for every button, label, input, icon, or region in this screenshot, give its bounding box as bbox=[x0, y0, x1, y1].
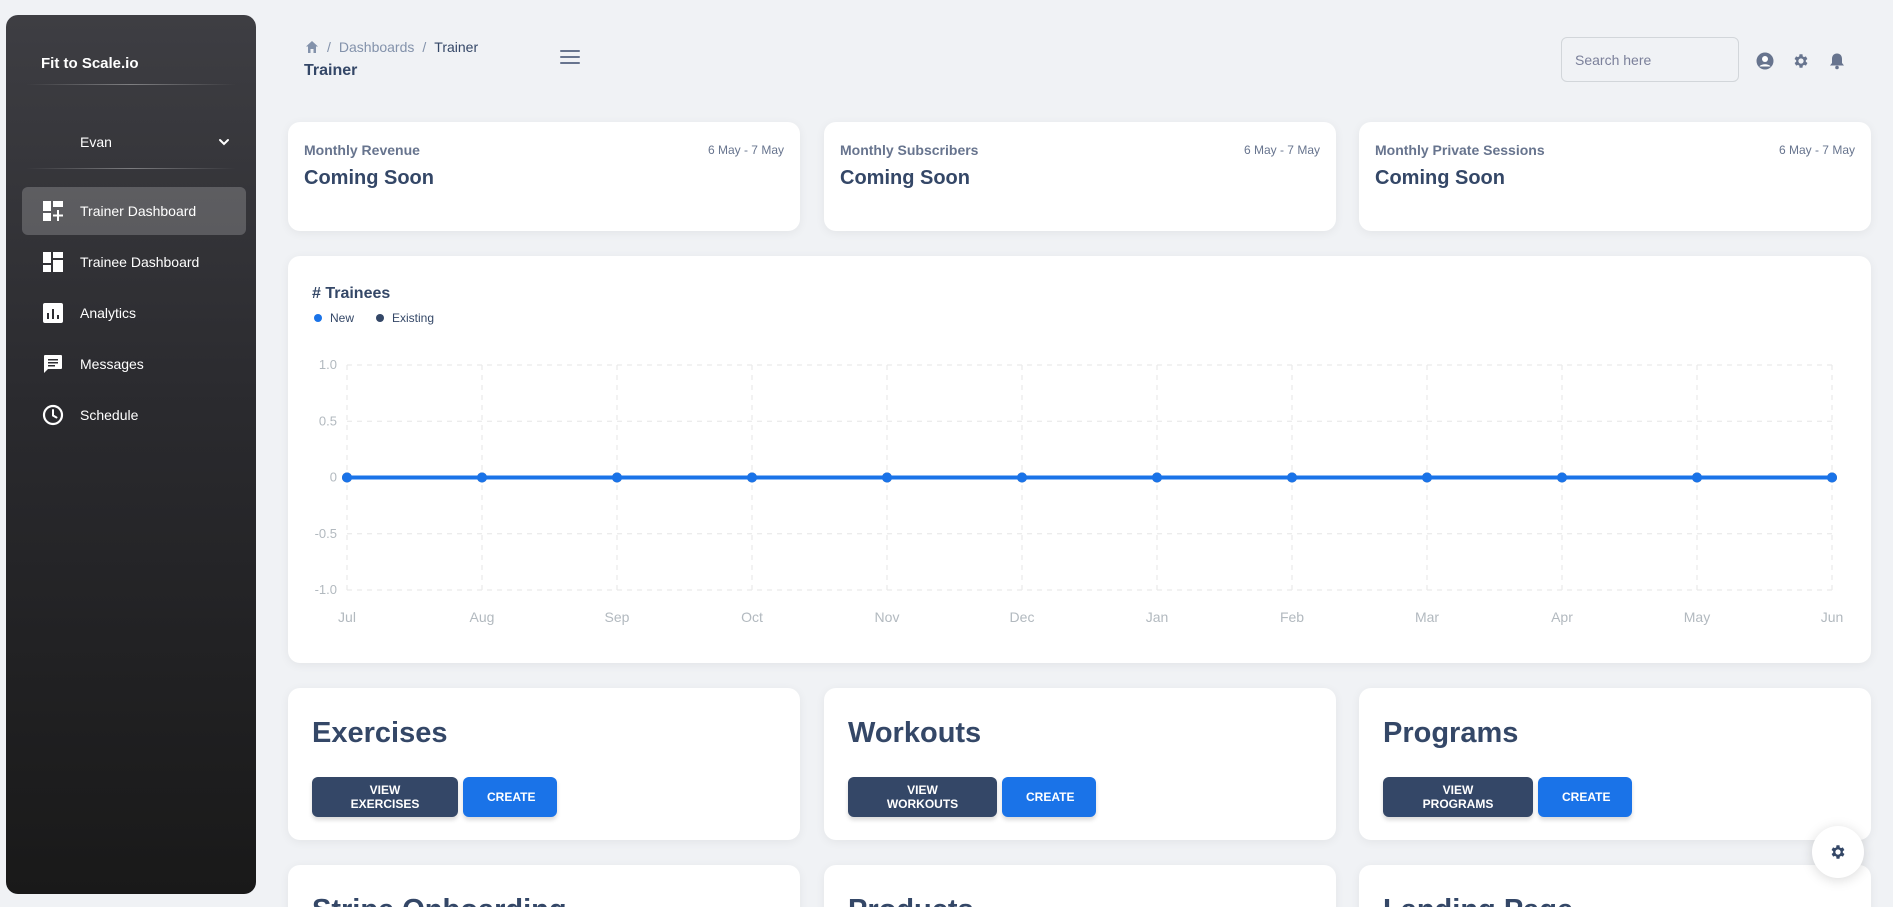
stat-label: Monthly Private Sessions bbox=[1375, 142, 1545, 158]
stat-value: Coming Soon bbox=[304, 167, 434, 189]
x-tick-label: Jan bbox=[1146, 609, 1169, 625]
data-point-new bbox=[1557, 472, 1567, 483]
stat-label: Monthly Subscribers bbox=[840, 142, 979, 158]
breadcrumb-dashboards[interactable]: Dashboards bbox=[339, 39, 415, 55]
y-tick-label: -1.0 bbox=[315, 582, 337, 597]
breadcrumb-separator: / bbox=[327, 39, 331, 55]
sidebar-item-trainee-dashboard[interactable]: Trainee Dashboard bbox=[22, 238, 246, 286]
view-workouts-button[interactable]: VIEW WORKOUTS bbox=[848, 777, 997, 817]
page-title: Trainer bbox=[304, 62, 358, 79]
view-programs-button[interactable]: VIEW PROGRAMS bbox=[1383, 777, 1533, 817]
create-program-button[interactable]: CREATE bbox=[1538, 777, 1632, 817]
landing-page-card: Landing Page bbox=[1359, 865, 1871, 907]
sidebar-item-trainer-dashboard[interactable]: Trainer Dashboard bbox=[22, 187, 246, 235]
stat-date: 6 May - 7 May bbox=[1243, 143, 1320, 157]
stat-value: Coming Soon bbox=[1375, 167, 1505, 189]
x-tick-label: Apr bbox=[1551, 609, 1573, 625]
sidebar-item-label: Messages bbox=[80, 356, 144, 372]
create-exercise-button[interactable]: CREATE bbox=[463, 777, 557, 817]
sidebar-item-label: Trainee Dashboard bbox=[80, 254, 200, 270]
data-point-new bbox=[342, 472, 352, 483]
breadcrumb-separator: / bbox=[422, 39, 427, 55]
data-point-new bbox=[1152, 472, 1162, 483]
chat-icon bbox=[42, 353, 64, 375]
view-exercises-button[interactable]: VIEW EXERCISES bbox=[312, 777, 458, 817]
account-circle-icon[interactable] bbox=[1756, 52, 1774, 70]
exercises-card: Exercises VIEW EXERCISES CREATE bbox=[288, 688, 800, 840]
dashboard-add-icon bbox=[42, 200, 64, 222]
data-point-new bbox=[1422, 472, 1432, 483]
data-point-new bbox=[1287, 472, 1297, 483]
sidebar: Fit to Scale.io Evan Trainer Dashboard T… bbox=[6, 15, 256, 894]
create-workout-button[interactable]: CREATE bbox=[1002, 777, 1096, 817]
workouts-card: Workouts VIEW WORKOUTS CREATE bbox=[824, 688, 1336, 840]
sidebar-item-schedule[interactable]: Schedule bbox=[22, 391, 246, 439]
y-tick-label: 1.0 bbox=[319, 357, 337, 372]
card-title: Stripe Onboarding bbox=[312, 894, 567, 907]
sidebar-item-messages[interactable]: Messages bbox=[22, 340, 246, 388]
data-point-new bbox=[1017, 472, 1027, 483]
stat-card-private-sessions: Monthly Private Sessions 6 May - 7 May C… bbox=[1359, 122, 1871, 231]
card-title: Programs bbox=[1383, 717, 1519, 749]
hamburger-menu-icon[interactable] bbox=[560, 50, 580, 64]
data-point-new bbox=[882, 472, 892, 483]
card-title: Products bbox=[848, 894, 974, 907]
y-tick-label: 0 bbox=[330, 470, 337, 485]
x-tick-label: Dec bbox=[1010, 609, 1035, 625]
sidebar-nav: Trainer Dashboard Trainee Dashboard Anal… bbox=[22, 187, 246, 442]
stat-date: 6 May - 7 May bbox=[1778, 143, 1855, 157]
sidebar-item-label: Analytics bbox=[80, 305, 137, 321]
dashboard-icon bbox=[42, 251, 64, 273]
gear-icon bbox=[1831, 845, 1845, 859]
x-tick-label: Sep bbox=[605, 609, 630, 625]
sidebar-item-label: Trainer Dashboard bbox=[80, 203, 197, 219]
x-tick-label: May bbox=[1684, 609, 1710, 625]
sidebar-item-analytics[interactable]: Analytics bbox=[22, 289, 246, 337]
user-menu[interactable]: Evan bbox=[80, 131, 230, 153]
stat-card-revenue: Monthly Revenue 6 May - 7 May Coming Soo… bbox=[288, 122, 800, 231]
breadcrumb-current: Trainer bbox=[434, 39, 479, 55]
data-point-new bbox=[1692, 472, 1702, 483]
y-tick-label: -0.5 bbox=[315, 526, 337, 541]
x-tick-label: Aug bbox=[470, 609, 495, 625]
data-point-new bbox=[612, 472, 622, 483]
x-tick-label: Jun bbox=[1821, 609, 1844, 625]
trainees-line-chart: 1.0 0.5 0 -0.5 -1.0Jul Aug Sep Oct Nov Dec Jan Feb M… bbox=[315, 357, 1844, 625]
sidebar-divider bbox=[26, 168, 236, 169]
user-name: Evan bbox=[80, 134, 112, 150]
data-point-new bbox=[1827, 472, 1837, 483]
x-tick-label: Mar bbox=[1415, 609, 1439, 625]
x-tick-label: Nov bbox=[875, 609, 900, 625]
settings-fab[interactable] bbox=[1812, 826, 1864, 878]
clock-icon bbox=[42, 404, 64, 426]
brand-logo-text[interactable]: Fit to Scale.io bbox=[41, 55, 139, 72]
chevron-down-icon bbox=[219, 139, 229, 146]
data-point-new bbox=[477, 472, 487, 483]
x-tick-label: Jul bbox=[338, 609, 356, 625]
data-point-new bbox=[747, 472, 757, 483]
bell-icon[interactable] bbox=[1828, 52, 1846, 70]
products-card: Products bbox=[824, 865, 1336, 907]
gear-icon[interactable] bbox=[1792, 52, 1810, 70]
breadcrumb: / Dashboards / Trainer bbox=[305, 39, 478, 55]
stripe-onboarding-card: Stripe Onboarding bbox=[288, 865, 800, 907]
home-icon[interactable] bbox=[305, 40, 319, 54]
sidebar-divider bbox=[26, 84, 236, 85]
stat-value: Coming Soon bbox=[840, 167, 970, 189]
card-title: Landing Page bbox=[1383, 894, 1573, 907]
x-tick-label: Oct bbox=[741, 609, 763, 625]
card-title: Exercises bbox=[312, 717, 448, 749]
x-tick-label: Feb bbox=[1280, 609, 1304, 625]
sidebar-item-label: Schedule bbox=[80, 407, 139, 423]
stat-label: Monthly Revenue bbox=[304, 142, 420, 158]
y-tick-label: 0.5 bbox=[319, 413, 337, 428]
programs-card: Programs VIEW PROGRAMS CREATE bbox=[1359, 688, 1871, 840]
trainees-chart-card: # Trainees New Existing 1.0 0.5 0 -0.5 -1.0 J… bbox=[288, 256, 1871, 663]
stat-date: 6 May - 7 May bbox=[707, 143, 784, 157]
stat-card-subscribers: Monthly Subscribers 6 May - 7 May Coming… bbox=[824, 122, 1336, 231]
search-input[interactable] bbox=[1561, 37, 1739, 82]
card-title: Workouts bbox=[848, 717, 982, 749]
analytics-icon bbox=[42, 302, 64, 324]
